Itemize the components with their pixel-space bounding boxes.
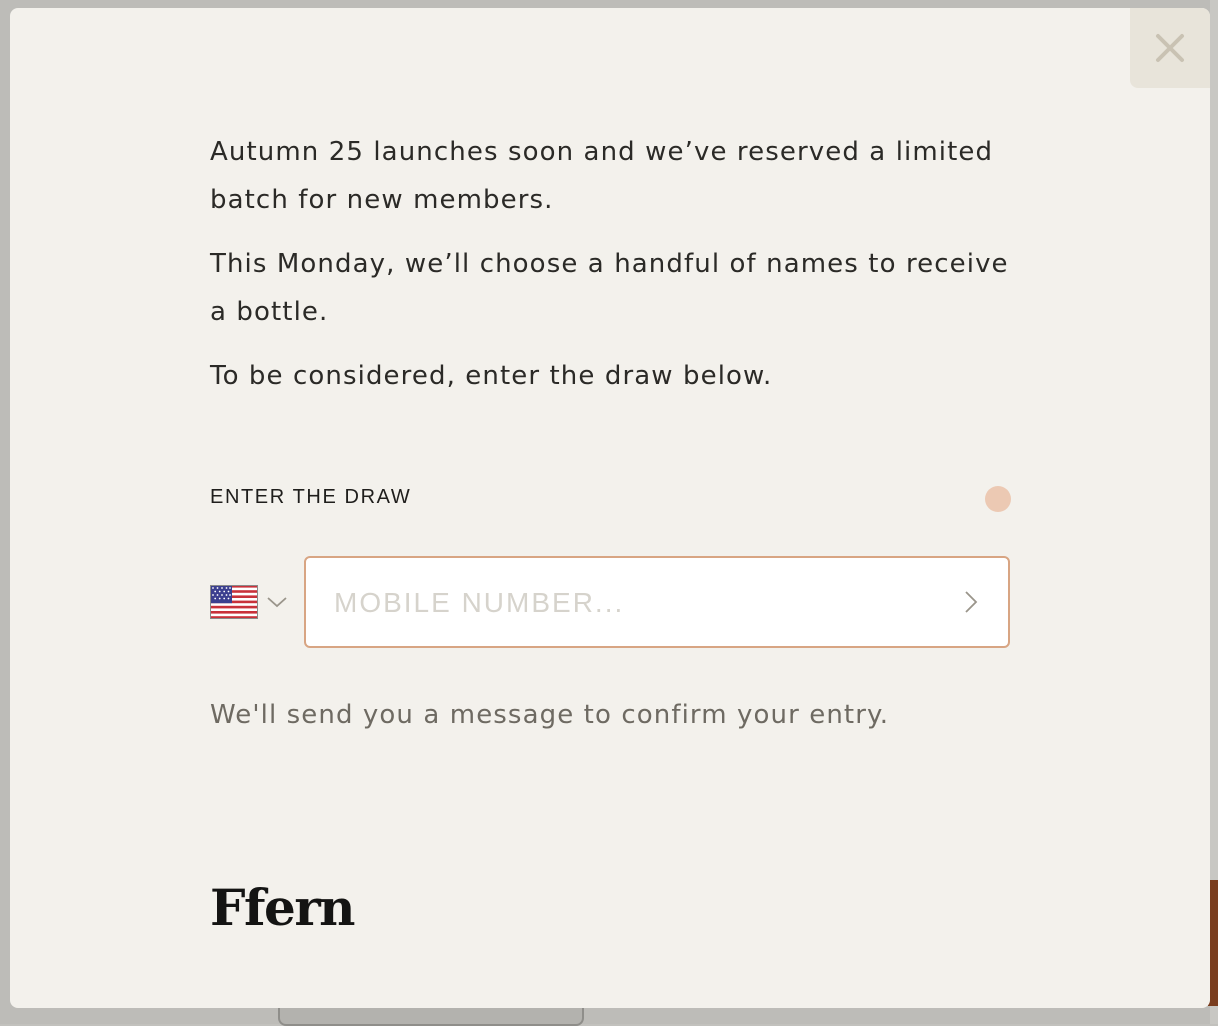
mobile-number-field[interactable]: [304, 556, 1010, 648]
close-button[interactable]: [1130, 8, 1210, 88]
intro-paragraph: To be considered, enter the draw below.: [210, 361, 773, 391]
submit-arrow-icon[interactable]: [964, 590, 978, 614]
intro-paragraph: This Monday, we’ll choose a handful of n…: [210, 249, 1009, 327]
intro-text: Autumn 25 launches soon and we’ve reserv…: [210, 128, 1010, 400]
status-dot: [985, 486, 1011, 512]
us-flag-icon: [210, 585, 258, 619]
ffern-logo: Ffern: [210, 878, 356, 937]
background-page-edge: [1210, 0, 1218, 1024]
confirmation-note: We'll send you a message to confirm your…: [210, 700, 890, 730]
mobile-number-input[interactable]: [332, 558, 936, 648]
enter-draw-label: ENTER THE DRAW: [210, 486, 412, 508]
intro-paragraph: Autumn 25 launches soon and we’ve reserv…: [210, 137, 994, 215]
close-icon: [1156, 34, 1184, 62]
draw-modal: Autumn 25 launches soon and we’ve reserv…: [10, 8, 1210, 1008]
country-code-select[interactable]: [210, 584, 288, 620]
phone-entry-form: [210, 556, 1010, 648]
chevron-down-icon: [267, 597, 287, 608]
